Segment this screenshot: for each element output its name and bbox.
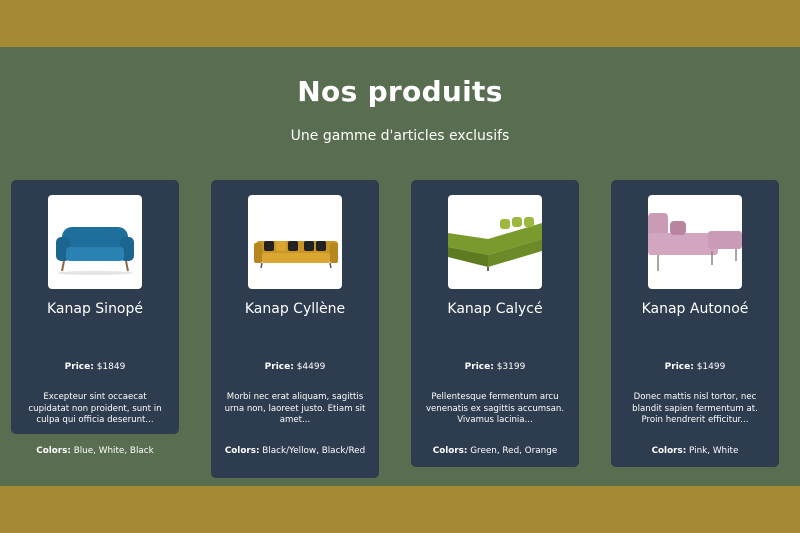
product-name: Kanap Cyllène [244,301,346,317]
product-colors: Colors: Black/Yellow, Black/Red [224,446,366,456]
products-section: Nos produits Une gamme d'articles exclus… [0,47,800,486]
product-description: Excepteur sint occaecat cupidatat non pr… [28,392,162,425]
product-image-autonoe [648,195,742,289]
bottom-banner [0,486,800,533]
product-card-calyce[interactable]: Kanap Calycé Price: $3199 Pellentesque f… [411,180,579,467]
product-card-autonoe[interactable]: Kanap Autonoé Price: $1499 Donec mattis … [611,180,779,467]
product-description: Pellentesque fermentum arcu venenatis ex… [425,392,565,425]
product-name: Kanap Sinopé [46,301,144,317]
blue-sofa-image [56,227,134,275]
product-image-sinope [48,195,142,289]
product-image-calyce [448,195,542,289]
product-card-sinope[interactable]: Kanap Sinopé Price: $1849 Excepteur sint… [11,180,179,456]
yellow-sofa-image [254,241,338,269]
product-card-cyllene[interactable]: Kanap Cyllène Price: $4499 Morbi nec era… [211,180,379,478]
product-description: Morbi nec erat aliquam, sagittis urna no… [224,392,366,425]
product-image-cyllene [248,195,342,289]
product-price: Price: $4499 [264,362,326,372]
page-title: Nos produits [297,75,503,108]
product-price: Price: $3199 [464,362,526,372]
product-colors: Colors: Blue, White, Black [36,446,154,456]
pink-sofa-image [648,213,742,271]
product-colors: Colors: Green, Red, Orange [432,446,558,456]
product-description: Donec mattis nisl tortor, nec blandit sa… [632,392,758,425]
product-colors: Colors: Pink, White [651,446,739,456]
top-banner [0,0,800,47]
product-price: Price: $1849 [64,362,126,372]
product-price: Price: $1499 [664,362,726,372]
product-name: Kanap Calycé [447,301,543,317]
green-sectional-sofa-image [448,217,542,271]
page-subtitle: Une gamme d'articles exclusifs [290,128,510,144]
product-name: Kanap Autonoé [641,301,749,317]
